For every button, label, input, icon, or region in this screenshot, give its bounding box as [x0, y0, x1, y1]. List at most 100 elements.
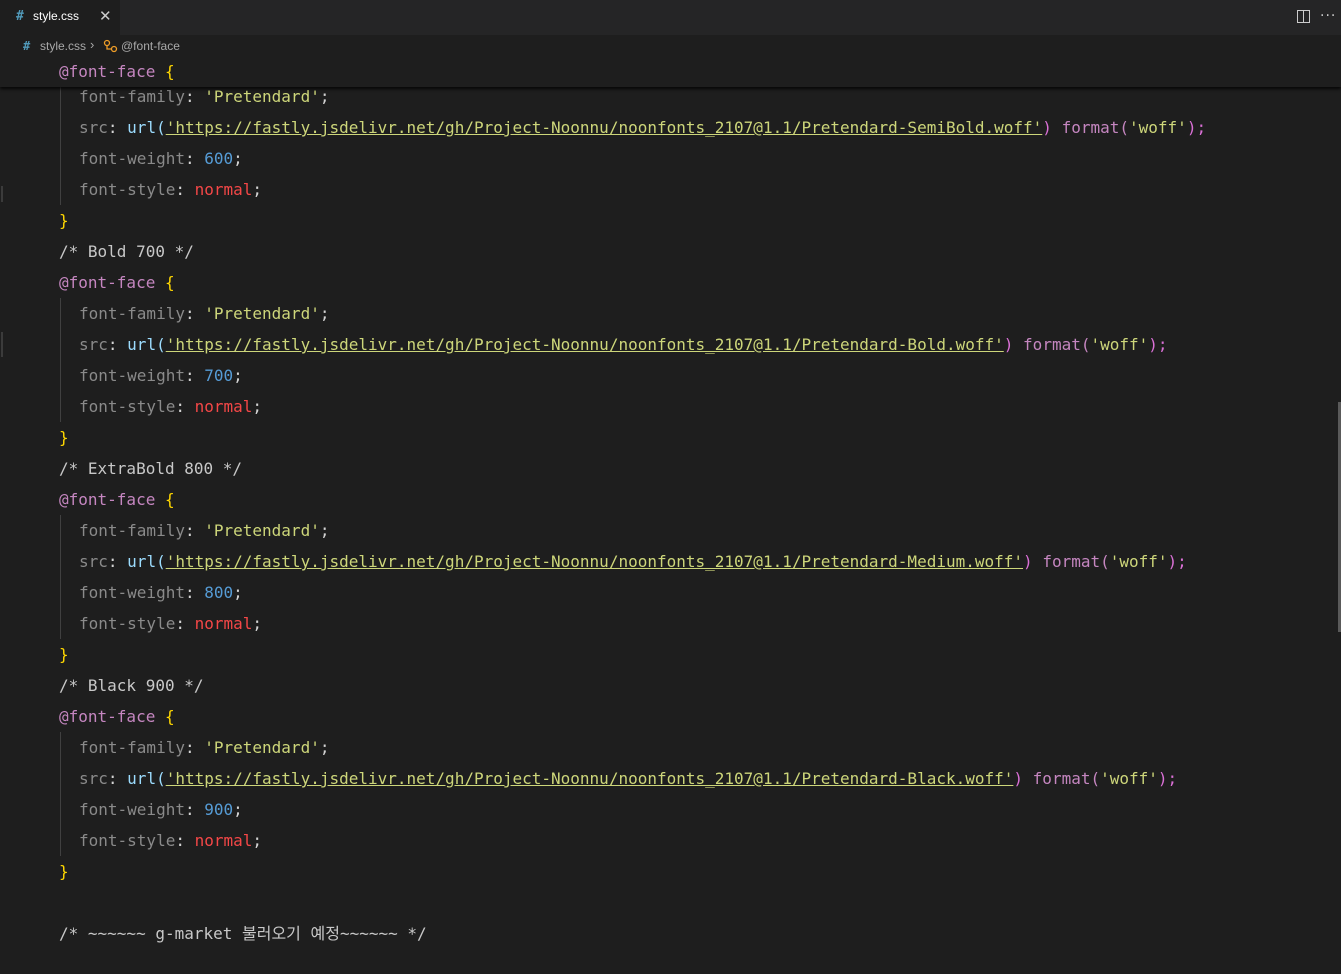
css-value: 'Pretendard' — [204, 304, 320, 323]
css-property: font-weight — [79, 366, 185, 385]
tab-label: style.css — [33, 9, 80, 23]
at-rule: @font-face — [59, 62, 156, 81]
code-line: font-weight: 800; — [79, 583, 243, 602]
code-line: font-weight: 600; — [79, 149, 243, 168]
css-value: normal — [194, 614, 253, 633]
code-line: font-family: 'Pretendard'; — [79, 738, 330, 757]
css-file-icon: # — [16, 9, 24, 24]
code-editor[interactable]: @font-face { font-family: 'Pretendard'; s… — [0, 57, 1341, 974]
code-line: @font-face { — [59, 701, 175, 732]
css-value: normal — [194, 397, 253, 416]
code-line: } — [59, 856, 69, 887]
at-rule: @font-face — [59, 707, 156, 726]
code-line: /* Black 900 */ — [59, 670, 204, 701]
code-line: font-weight: 900; — [79, 800, 243, 819]
brace: { — [164, 62, 175, 81]
code-line: @font-face { — [59, 484, 175, 515]
breadcrumb-symbol[interactable]: @font-face — [121, 39, 180, 53]
css-property: font-family — [79, 87, 185, 106]
css-value: normal — [194, 180, 253, 199]
css-value: 600 — [204, 149, 234, 168]
paren: ) — [1023, 552, 1033, 571]
url-function: url( — [127, 118, 166, 137]
css-property: font-family — [79, 304, 185, 323]
format-function: format( — [1032, 769, 1101, 788]
paren: ); — [1167, 552, 1187, 571]
url-function: url( — [127, 769, 166, 788]
symbol-class-icon — [103, 39, 118, 53]
url-function: url( — [127, 552, 166, 571]
breadcrumb-file[interactable]: style.css — [40, 39, 86, 53]
format-function: format( — [1023, 335, 1091, 354]
split-editor-icon[interactable] — [1297, 10, 1310, 23]
css-value: 'Pretendard' — [204, 738, 320, 757]
url-link: 'https://fastly.jsdelivr.net/gh/Project-… — [165, 118, 1043, 137]
chevron-right-icon: › — [90, 37, 95, 52]
code-line: src: url('https://fastly.jsdelivr.net/gh… — [79, 335, 1168, 354]
css-value: 900 — [204, 800, 234, 819]
brace: { — [164, 707, 175, 726]
code-line: src: url('https://fastly.jsdelivr.net/gh… — [79, 552, 1187, 571]
css-property: font-family — [79, 521, 185, 540]
code-line: font-style: normal; — [79, 397, 263, 416]
more-actions-icon[interactable]: ··· — [1320, 8, 1336, 24]
comment: /* Bold 700 */ — [59, 242, 194, 261]
code-line: font-family: 'Pretendard'; — [79, 304, 330, 323]
close-icon[interactable]: ✕ — [99, 7, 112, 25]
brace: } — [59, 862, 69, 881]
gutter-marker — [1, 186, 3, 202]
css-value: 'Pretendard' — [204, 521, 320, 540]
css-property: font-weight — [79, 583, 185, 602]
css-property: font-weight — [79, 149, 185, 168]
css-file-icon: # — [23, 39, 31, 53]
brace: { — [164, 273, 175, 292]
url-link: 'https://fastly.jsdelivr.net/gh/Project-… — [165, 769, 1014, 788]
css-property: font-style — [79, 180, 176, 199]
code-line: src: url('https://fastly.jsdelivr.net/gh… — [79, 118, 1207, 137]
comment: /* Black 900 */ — [59, 676, 204, 695]
brace: } — [59, 428, 69, 447]
css-value: 700 — [204, 366, 234, 385]
format-function: format( — [1042, 552, 1110, 571]
url-link: 'https://fastly.jsdelivr.net/gh/Project-… — [165, 552, 1024, 571]
url-function: url( — [127, 335, 166, 354]
sticky-scroll-header[interactable]: @font-face { — [0, 57, 1341, 87]
css-property: src — [79, 118, 108, 137]
breadcrumb: # style.css › @font-face — [0, 35, 1341, 57]
comment: /* ExtraBold 800 */ — [59, 459, 243, 478]
code-line: font-family: 'Pretendard'; — [79, 521, 330, 540]
css-property: font-style — [79, 831, 176, 850]
css-value: 800 — [204, 583, 234, 602]
css-value: normal — [194, 831, 253, 850]
code-line: @font-face { — [59, 57, 175, 87]
at-rule: @font-face — [59, 490, 156, 509]
url-link: 'https://fastly.jsdelivr.net/gh/Project-… — [165, 335, 1004, 354]
brace: } — [59, 211, 69, 230]
brace: } — [59, 645, 69, 664]
paren: ) — [1003, 335, 1014, 354]
code-line: @font-face { — [59, 267, 175, 298]
code-line: src: url('https://fastly.jsdelivr.net/gh… — [79, 769, 1178, 788]
paren: ); — [1148, 335, 1168, 354]
css-property: src — [79, 769, 108, 788]
css-property: font-style — [79, 397, 176, 416]
code-line: /* Bold 700 */ — [59, 236, 194, 267]
code-line: } — [59, 639, 69, 670]
code-line: font-style: normal; — [79, 614, 263, 633]
code-line: font-style: normal; — [79, 180, 263, 199]
comment: /* ~~~~~~ g-market 불러오기 예정~~~~~~ */ — [59, 924, 427, 943]
css-property: font-style — [79, 614, 176, 633]
css-property: font-weight — [79, 800, 185, 819]
paren: ); — [1157, 769, 1178, 788]
tab-style-css[interactable]: # style.css ✕ — [0, 0, 120, 35]
paren: ) — [1042, 118, 1052, 137]
format-value: 'woff' — [1109, 552, 1168, 571]
css-property: src — [79, 552, 108, 571]
format-value: 'woff' — [1129, 118, 1187, 137]
code-line: font-style: normal; — [79, 831, 263, 850]
paren: ); — [1186, 118, 1207, 137]
format-function: format( — [1061, 118, 1130, 137]
brace: { — [164, 490, 175, 509]
code-line: } — [59, 422, 69, 453]
at-rule: @font-face — [59, 273, 156, 292]
